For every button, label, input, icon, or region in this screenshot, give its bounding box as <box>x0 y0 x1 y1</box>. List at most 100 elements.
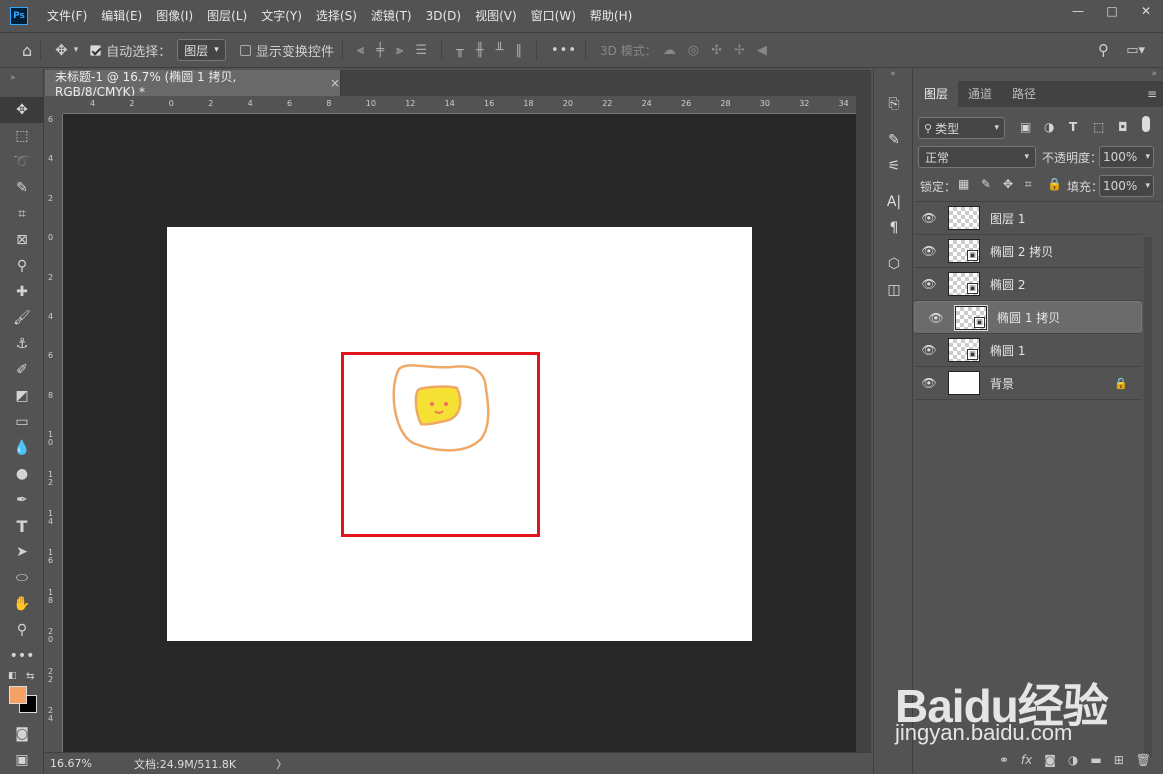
panel-menu-icon[interactable]: ≡ <box>1147 81 1157 107</box>
edit-toolbar-icon[interactable]: ••• <box>0 643 44 669</box>
eye-icon[interactable]: 👁 <box>914 376 944 390</box>
quick-mask-icon[interactable]: ◙ <box>0 721 44 747</box>
close-tab-icon[interactable]: × <box>330 76 340 90</box>
screen-mode-icon[interactable]: ▣ <box>0 747 44 773</box>
crop-tool-icon[interactable]: ⌗ <box>0 201 44 227</box>
brush-settings-icon[interactable]: ✎ <box>874 127 914 153</box>
adjustment-layer-icon[interactable]: ◑ <box>1068 753 1078 767</box>
eye-icon[interactable]: 👁 <box>914 277 944 291</box>
eye-icon[interactable]: 👁 <box>921 311 951 325</box>
zoom-level[interactable]: 16.67% <box>50 757 120 770</box>
filter-pixel-icon[interactable]: ▣ <box>1020 120 1031 134</box>
history-brush-tool-icon[interactable]: ✐ <box>0 357 44 383</box>
lock-artboard-icon[interactable]: ⌗ <box>1025 177 1032 192</box>
show-transform-checkbox[interactable]: 显示变换控件 <box>239 41 334 60</box>
eyedropper-tool-icon[interactable]: ⚲ <box>0 253 44 279</box>
history-panel-icon[interactable]: ⎘ <box>874 91 914 117</box>
auto-select-dropdown[interactable]: 图层 ▾ <box>177 39 226 61</box>
new-group-icon[interactable]: ▬ <box>1090 753 1101 767</box>
opacity-field[interactable]: 100% ▾ <box>1099 146 1154 168</box>
move-tool-icon[interactable]: ✥ <box>0 97 44 123</box>
layers-scrollbar[interactable] <box>1144 237 1152 757</box>
menu-layer[interactable]: 图层(L) <box>200 0 254 32</box>
eye-icon[interactable]: 👁 <box>914 211 944 225</box>
align-bottom-icon[interactable]: ╨ <box>496 43 504 58</box>
align-right-icon[interactable]: ⫸ <box>396 43 403 58</box>
blend-mode-dropdown[interactable]: 正常 ▾ <box>918 146 1036 168</box>
collapse-panel-icon[interactable]: » <box>1151 69 1157 79</box>
auto-select-checkbox[interactable]: 自动选择： <box>90 41 171 60</box>
align-middle-icon[interactable]: ╫ <box>476 43 484 58</box>
eye-icon[interactable]: 👁 <box>914 244 944 258</box>
adjustments-icon[interactable]: ⚟ <box>874 153 914 179</box>
blur-tool-icon[interactable]: 💧 <box>0 435 44 461</box>
marquee-tool-icon[interactable]: ⬚ <box>0 123 44 149</box>
menu-3d[interactable]: 3D(D) <box>419 0 468 32</box>
menu-window[interactable]: 窗口(W) <box>524 0 583 32</box>
path-select-tool-icon[interactable]: ➤ <box>0 539 44 565</box>
tab-channels[interactable]: 通道 <box>958 81 1002 107</box>
vertical-ruler[interactable]: 6 4 2 0 2 4 6 8 10 12 14 16 18 20 22 24 <box>45 114 63 752</box>
align-center-h-icon[interactable]: ╪ <box>376 43 384 58</box>
align-left-icon[interactable]: ⫷ <box>357 43 364 58</box>
menu-help[interactable]: 帮助(H) <box>583 0 639 32</box>
lock-icon[interactable]: 🔒 <box>1114 377 1128 390</box>
workspace-icon[interactable]: ▭▾ <box>1126 43 1145 58</box>
lock-image-icon[interactable]: ✎ <box>981 177 991 191</box>
eraser-tool-icon[interactable]: ◩ <box>0 383 44 409</box>
zoom-tool-icon[interactable]: ⚲ <box>0 617 44 643</box>
swap-colors-icon[interactable]: ⇆ <box>26 671 34 682</box>
lock-all-icon[interactable]: 🔒 <box>1047 177 1062 191</box>
tab-paths[interactable]: 路径 <box>1002 81 1046 107</box>
horizontal-ruler[interactable]: 4 2 0 2 4 6 8 10 12 14 16 18 20 22 24 26 28 30 32 34 <box>63 96 856 114</box>
menu-filter[interactable]: 滤镜(T) <box>364 0 419 32</box>
filter-smart-object-icon[interactable]: ◘ <box>1118 120 1128 134</box>
stamp-tool-icon[interactable]: ⚓ <box>0 331 44 357</box>
ellipse-tool-icon[interactable]: ⬭ <box>0 565 44 591</box>
home-icon[interactable]: ⌂ <box>22 41 32 60</box>
pen-tool-icon[interactable]: ✒ <box>0 487 44 513</box>
lock-position-icon[interactable]: ✥ <box>1003 177 1013 191</box>
menu-edit[interactable]: 编辑(E) <box>94 0 149 32</box>
search-icon[interactable]: ⚲ <box>1098 41 1109 59</box>
filter-toggle[interactable] <box>1142 116 1150 132</box>
status-arrow-icon[interactable]: 〉 <box>276 756 287 772</box>
filter-type-icon[interactable]: T <box>1069 120 1077 134</box>
menu-file[interactable]: 文件(F) <box>40 0 94 32</box>
healing-brush-tool-icon[interactable]: ✚ <box>0 279 44 305</box>
type-tool-icon[interactable]: T <box>0 513 44 539</box>
layer-row[interactable]: 👁 图层 1 <box>914 202 1142 235</box>
menu-type[interactable]: 文字(Y) <box>254 0 309 32</box>
dodge-tool-icon[interactable]: ● <box>0 461 44 487</box>
layer-row[interactable]: 👁 ▣ 椭圆 2 拷贝 <box>914 235 1142 268</box>
collapse-toolbox-icon[interactable]: » <box>0 69 43 97</box>
layer-row[interactable]: 👁 ▣ 椭圆 1 <box>914 334 1142 367</box>
distribute-icon[interactable]: ☰ <box>415 43 427 58</box>
delete-layer-icon[interactable]: 🗑 <box>1136 753 1151 767</box>
layer-row[interactable]: 👁 背景 🔒 <box>914 367 1142 400</box>
lasso-tool-icon[interactable]: ➰ <box>0 149 44 175</box>
filter-shape-icon[interactable]: ⬚ <box>1093 120 1104 134</box>
paragraph-panel-icon[interactable]: ¶ <box>874 215 914 241</box>
close-icon[interactable]: ✕ <box>1129 0 1163 22</box>
menu-select[interactable]: 选择(S) <box>309 0 364 32</box>
menu-view[interactable]: 视图(V) <box>468 0 524 32</box>
maximize-icon[interactable]: □ <box>1095 0 1129 22</box>
hand-tool-icon[interactable]: ✋ <box>0 591 44 617</box>
canvas-scrollbar[interactable] <box>856 96 871 752</box>
new-layer-icon[interactable]: ⊞ <box>1114 753 1124 767</box>
filter-kind-dropdown[interactable]: ⚲ 类型 ▾ <box>918 117 1005 139</box>
minimize-icon[interactable]: — <box>1061 0 1095 22</box>
menu-image[interactable]: 图像(I) <box>149 0 200 32</box>
chevron-down-icon[interactable]: ▾ <box>74 45 79 55</box>
collapse-icon[interactable]: « <box>874 69 912 81</box>
gradient-tool-icon[interactable]: ▭ <box>0 409 44 435</box>
fill-field[interactable]: 100% ▾ <box>1099 175 1154 197</box>
link-layers-icon[interactable]: ⚭ <box>999 753 1009 767</box>
move-tool-icon[interactable]: ✥ <box>55 41 68 59</box>
quick-select-tool-icon[interactable]: ✎ <box>0 175 44 201</box>
filter-adjustment-icon[interactable]: ◑ <box>1044 120 1054 134</box>
lock-transparent-icon[interactable]: ▦ <box>958 177 969 191</box>
properties-panel-icon[interactable]: ◫ <box>874 277 914 303</box>
add-mask-icon[interactable]: ◙ <box>1044 753 1056 767</box>
